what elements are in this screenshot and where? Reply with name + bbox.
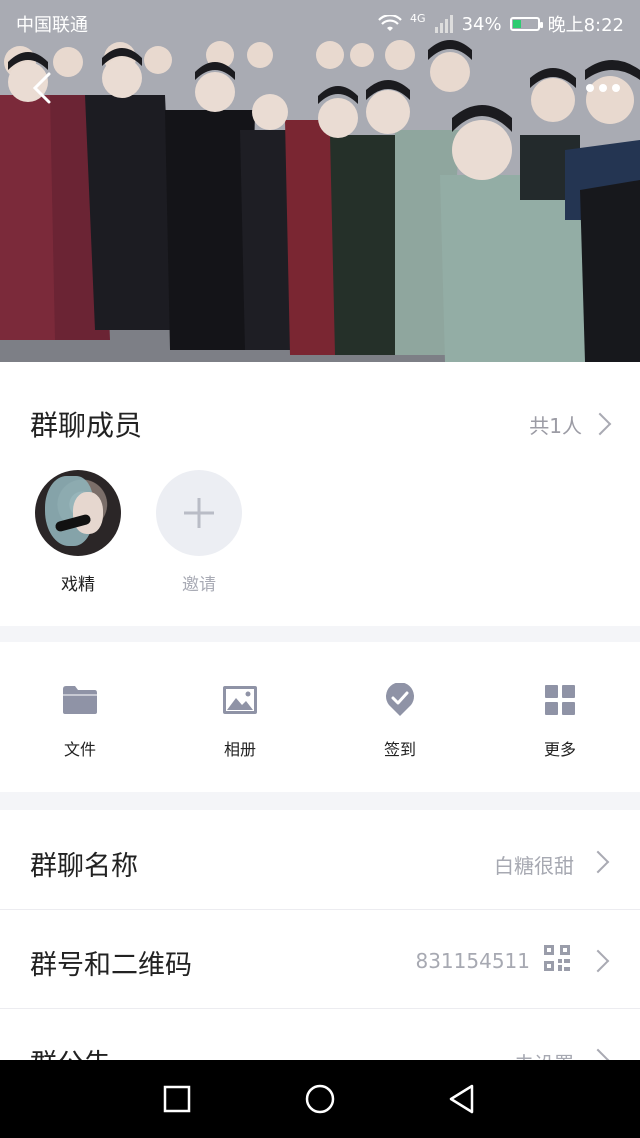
member-item[interactable]: 戏精 <box>33 470 123 595</box>
signal-icon <box>434 15 453 33</box>
clock: 晚上8:22 <box>547 15 624 36</box>
group-id-row[interactable]: 群号和二维码 831154511 <box>0 909 640 1009</box>
member-count[interactable]: 共1人 <box>529 410 582 439</box>
invite-label: 邀请 <box>182 575 216 595</box>
grid-icon <box>545 685 575 715</box>
checkin-icon <box>386 683 414 716</box>
chevron-right-icon <box>586 949 610 973</box>
tool-label: 更多 <box>543 740 576 759</box>
tool-files[interactable]: 文件 <box>40 682 120 760</box>
chevron-right-icon <box>586 850 610 874</box>
tool-album[interactable]: 相册 <box>200 682 280 760</box>
battery-fill <box>512 20 522 28</box>
invite-item[interactable]: 邀请 <box>154 470 244 595</box>
folder-icon <box>63 686 97 714</box>
qr-code-icon <box>544 945 570 971</box>
group-photo <box>0 0 640 362</box>
back-nav-button[interactable] <box>445 1082 479 1116</box>
battery-icon <box>509 17 543 31</box>
dot-icon <box>612 84 620 92</box>
tools-section: 文件 相册 签到 更多 <box>0 642 640 792</box>
group-name-row[interactable]: 群聊名称 白糖很甜 <box>0 810 640 910</box>
tool-checkin[interactable]: 签到 <box>360 682 440 760</box>
member-name: 戏精 <box>61 575 95 595</box>
group-name-value: 白糖很甜 <box>494 854 574 878</box>
battery-percent: 34% <box>461 13 502 35</box>
group-name-label: 群聊名称 <box>30 851 138 882</box>
members-section: 群聊成员 共1人 戏精 邀请 <box>0 362 640 626</box>
network-type: 4G <box>410 11 426 25</box>
tool-label: 文件 <box>63 740 96 759</box>
image-icon <box>223 686 257 714</box>
settings-list: 群聊名称 白糖很甜 群号和二维码 831154511 群公告 未设置 <box>0 810 640 1108</box>
dot-icon <box>586 84 594 92</box>
dot-icon <box>599 84 607 92</box>
avatar[interactable] <box>35 470 121 556</box>
chevron-left-icon <box>32 72 51 104</box>
tool-more[interactable]: 更多 <box>520 682 600 760</box>
tool-label: 签到 <box>383 740 416 759</box>
wifi-icon <box>378 15 402 31</box>
system-nav-bar <box>0 1060 640 1138</box>
group-id-value: 831154511 <box>415 949 530 973</box>
tool-label: 相册 <box>223 740 256 759</box>
home-button[interactable] <box>303 1082 337 1116</box>
group-id-label: 群号和二维码 <box>30 950 192 981</box>
status-bar: 中国联通 4G 34% 晚上8:22 <box>0 0 640 44</box>
group-cover-image: 中国联通 4G 34% 晚上8:22 <box>0 0 640 362</box>
back-button[interactable] <box>22 68 62 108</box>
more-options-button[interactable] <box>578 68 628 108</box>
members-title: 群聊成员 <box>30 409 143 442</box>
plus-icon[interactable] <box>156 470 242 556</box>
carrier-name: 中国联通 <box>16 15 88 36</box>
chevron-right-icon[interactable] <box>588 412 612 436</box>
recent-apps-button[interactable] <box>160 1082 194 1116</box>
